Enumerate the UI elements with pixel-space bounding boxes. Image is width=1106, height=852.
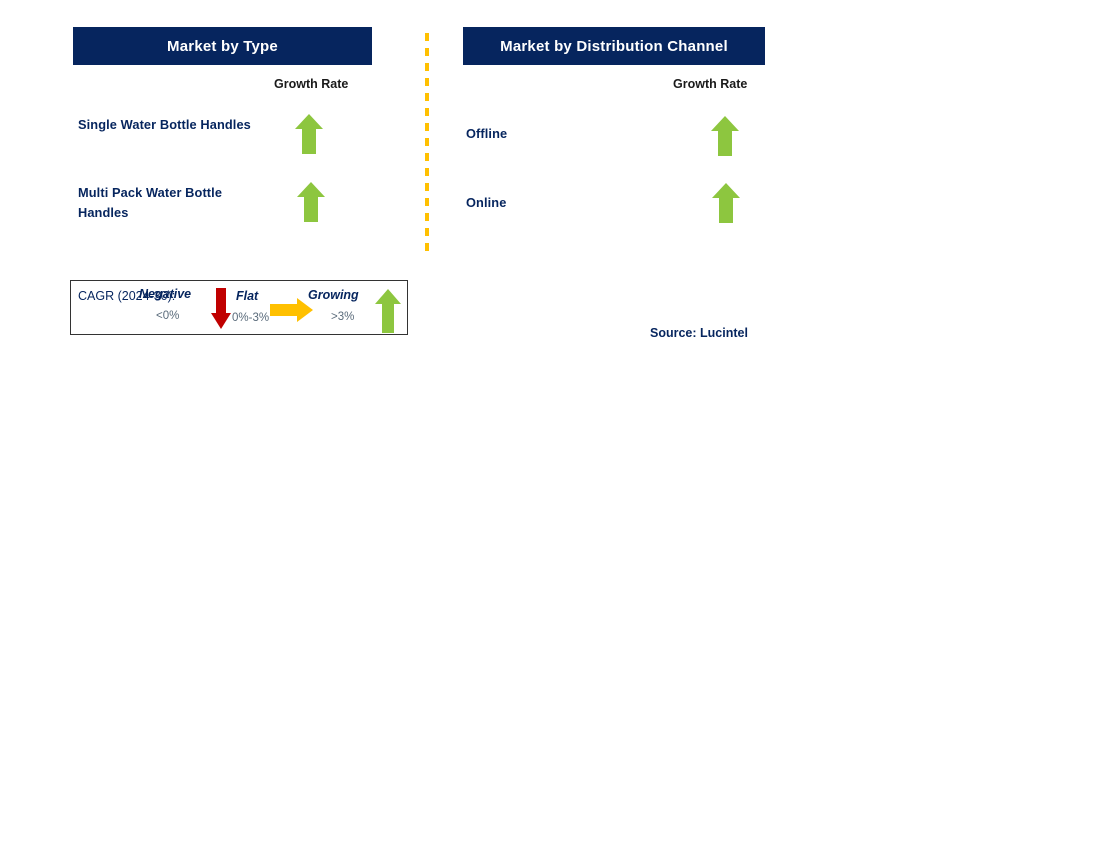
- arrow-down-icon: [210, 288, 232, 330]
- legend-range-flat: 0%-3%: [232, 312, 270, 324]
- section-header-market-by-type: Market by Type: [73, 27, 372, 65]
- legend-range-growing: >3%: [331, 311, 355, 323]
- legend-label-growing: Growing: [308, 288, 359, 302]
- row-label-offline: Offline: [466, 126, 508, 141]
- row-label-multi-pack-water-bottle-handles: Multi Pack Water Bottle Handles: [78, 185, 223, 220]
- vertical-dashed-divider: [425, 33, 429, 255]
- growth-rate-caption-channel: Growth Rate: [673, 77, 748, 91]
- growth-rate-caption-type: Growth Rate: [274, 77, 349, 91]
- arrow-up-icon: [711, 182, 741, 224]
- row-label-single-water-bottle-handles: Single Water Bottle Handles: [78, 117, 251, 132]
- source-note: Source: Lucintel: [650, 326, 748, 340]
- cagr-legend: CAGR (2024-30): Negative <0% Flat 0%-3% …: [70, 280, 408, 335]
- section-header-title: Market by Distribution Channel: [500, 37, 728, 55]
- legend-label-flat: Flat: [236, 289, 259, 303]
- arrow-up-icon: [710, 115, 740, 157]
- arrow-up-icon: [294, 113, 324, 155]
- legend-label-negative: Negative: [139, 287, 192, 301]
- legend-range-negative: <0%: [156, 310, 180, 322]
- section-header-title: Market by Type: [167, 37, 278, 55]
- row-label-online: Online: [466, 195, 507, 210]
- arrow-up-icon: [374, 288, 402, 334]
- arrow-up-icon: [296, 181, 326, 223]
- section-header-market-by-distribution-channel: Market by Distribution Channel: [463, 27, 765, 65]
